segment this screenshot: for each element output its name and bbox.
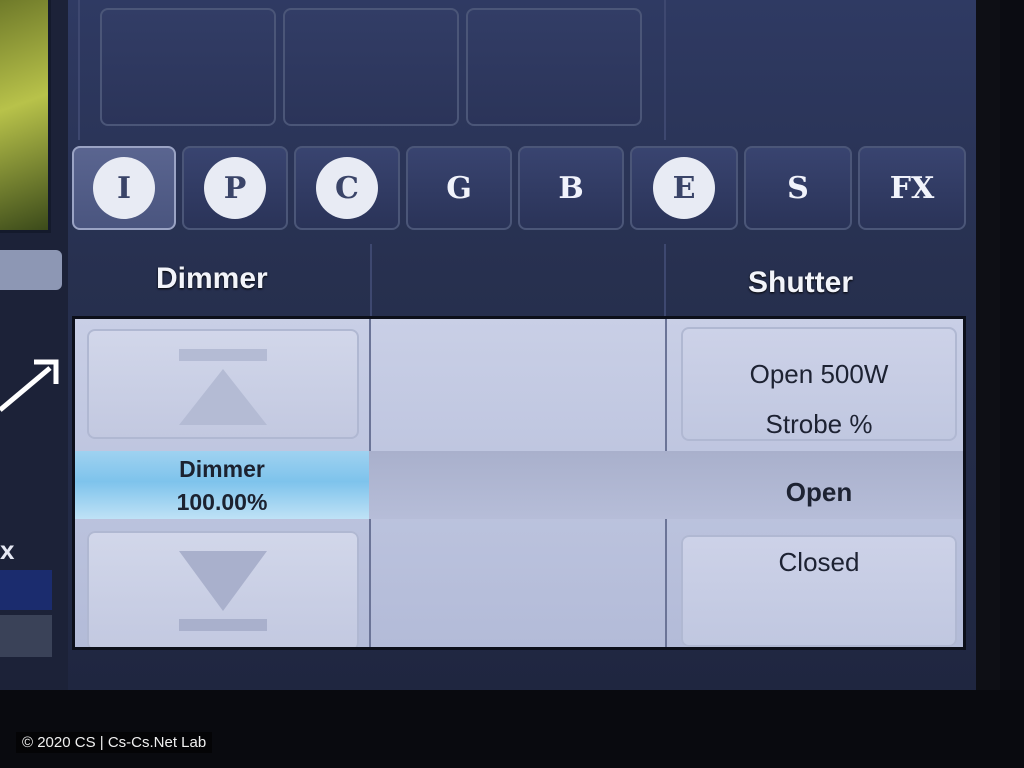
left-blue-button[interactable]: [0, 570, 52, 610]
dimmer-column-label: Dimmer: [156, 262, 268, 295]
expand-arrow-icon[interactable]: [0, 340, 68, 420]
copyright-caption: © 2020 CS | Cs-Cs.Net Lab: [16, 732, 213, 753]
dimmer-value-display[interactable]: Dimmer 100.00%: [75, 451, 369, 519]
tab-position[interactable]: P: [182, 146, 288, 230]
shutter-option[interactable]: Strobe %: [673, 409, 963, 440]
tab-label: I: [93, 157, 155, 219]
tab-shutter[interactable]: S: [744, 146, 852, 230]
dimmer-up-button[interactable]: [87, 329, 359, 439]
dimmer-value-name: Dimmer: [179, 456, 265, 482]
tab-color[interactable]: C: [294, 146, 400, 230]
preset-slot[interactable]: [466, 8, 642, 126]
shutter-column-label: Shutter: [748, 266, 853, 299]
tab-intensity[interactable]: I: [72, 146, 176, 230]
tab-label: FX: [889, 170, 935, 206]
arrow-up-icon: [179, 349, 267, 425]
column-divider: [664, 244, 666, 316]
left-strip: x: [0, 0, 68, 690]
tab-label: B: [558, 170, 584, 206]
left-tab[interactable]: [0, 250, 62, 290]
tab-gobo[interactable]: G: [406, 146, 512, 230]
shutter-option[interactable]: Open 500W: [673, 359, 963, 390]
tab-label: G: [446, 170, 472, 206]
tab-label: E: [653, 157, 715, 219]
left-gray-button[interactable]: [0, 615, 52, 657]
tab-beam[interactable]: B: [518, 146, 624, 230]
tab-effects[interactable]: E: [630, 146, 738, 230]
dimmer-value-percent: 100.00%: [176, 489, 268, 515]
dimmer-down-button[interactable]: [87, 531, 359, 647]
tab-label: P: [204, 157, 266, 219]
shutter-option[interactable]: Closed: [673, 547, 963, 578]
tab-label: S: [787, 170, 809, 206]
device-bezel: [0, 690, 1024, 768]
column-divider: [664, 0, 666, 140]
column-divider: [370, 244, 372, 316]
arrow-down-icon: [179, 551, 267, 631]
attribute-panel: Dimmer 100.00% Open 500W Strobe % Open C…: [72, 316, 966, 650]
left-glyph: x: [0, 535, 15, 565]
tab-label: C: [316, 157, 378, 219]
preset-slot[interactable]: [283, 8, 459, 126]
shutter-option-selected[interactable]: Open: [673, 477, 963, 508]
preset-slot[interactable]: [100, 8, 276, 126]
console-screen: x I P C G B E S FX Dimmer Shutter Dimmer…: [0, 0, 1000, 690]
column-divider: [78, 0, 80, 140]
right-bezel: [976, 0, 1000, 690]
tab-fx[interactable]: FX: [858, 146, 966, 230]
preview-thumbnail[interactable]: [0, 0, 51, 233]
